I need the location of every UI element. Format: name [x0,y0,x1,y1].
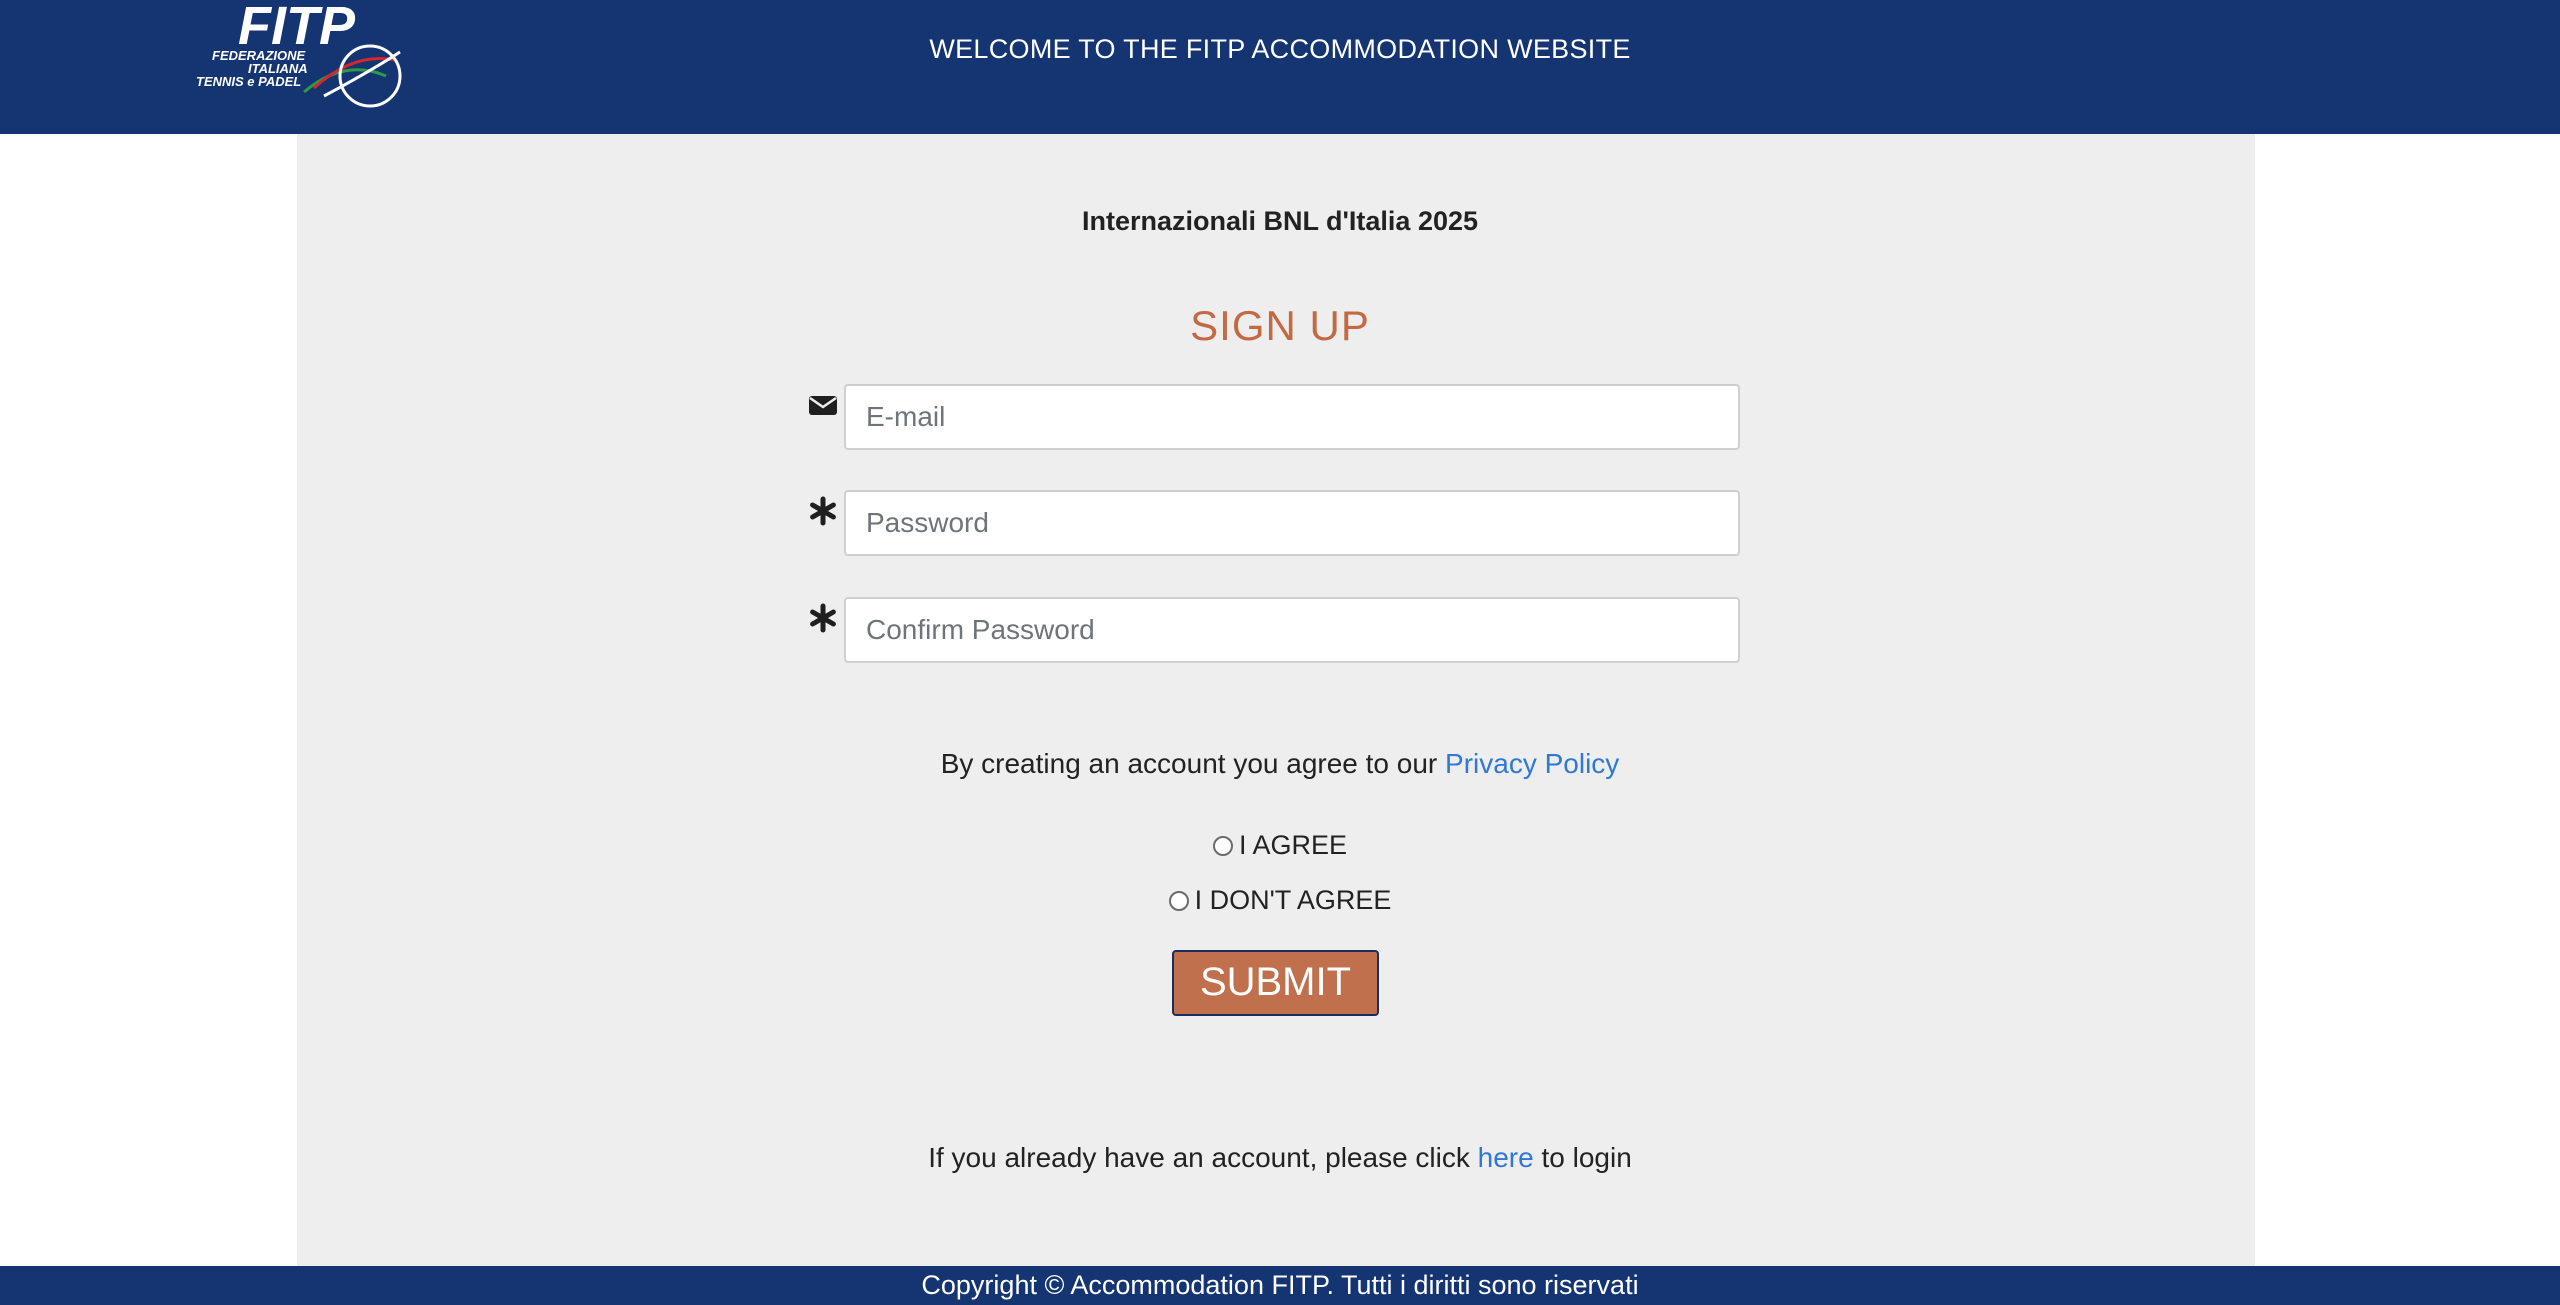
login-prompt: If you already have an account, please c… [0,1142,2560,1174]
form-title: SIGN UP [1190,302,1370,349]
disagree-option: I DON'T AGREE [0,885,2560,918]
login-prefix: If you already have an account, please c… [928,1142,1470,1173]
email-row [808,384,1740,450]
disagree-radio-label[interactable]: I DON'T AGREE [1168,885,1392,916]
login-link[interactable]: here [1478,1142,1534,1173]
privacy-policy-link[interactable]: Privacy Policy [1445,748,1619,779]
disagree-radio[interactable] [1168,890,1189,911]
login-suffix: to login [1541,1142,1632,1173]
agree-label: I AGREE [1238,830,1348,860]
password-row [808,490,1740,556]
site-footer: Copyright © Accommodation FITP. Tutti i … [0,1266,2560,1305]
disagree-label: I DON'T AGREE [1194,885,1392,915]
envelope-icon [809,396,837,415]
privacy-notice: By creating an account you agree to our … [0,748,2560,780]
site-header: FITP FEDERAZIONE ITALIANA TENNIS e PADEL… [0,0,2560,134]
privacy-text: By creating an account you agree to our [940,748,1438,779]
agree-radio-label[interactable]: I AGREE [1212,830,1348,861]
header-title: WELCOME TO THE FITP ACCOMMODATION WEBSIT… [929,34,1631,64]
confirm-password-row [808,597,1740,663]
copyright-text: Copyright © Accommodation FITP. Tutti i … [921,1270,1639,1300]
asterisk-icon [810,496,836,526]
logo-line-3: TENNIS e PADEL [196,74,301,89]
agree-radio[interactable] [1212,835,1233,856]
submit-button[interactable]: SUBMIT [1172,950,1379,1016]
event-name: Internazionali BNL d'Italia 2025 [1081,206,1479,236]
agree-option: I AGREE [0,830,2560,863]
password-input[interactable] [844,490,1740,556]
email-input[interactable] [844,384,1740,450]
asterisk-icon [810,603,836,633]
confirm-password-input[interactable] [844,597,1740,663]
